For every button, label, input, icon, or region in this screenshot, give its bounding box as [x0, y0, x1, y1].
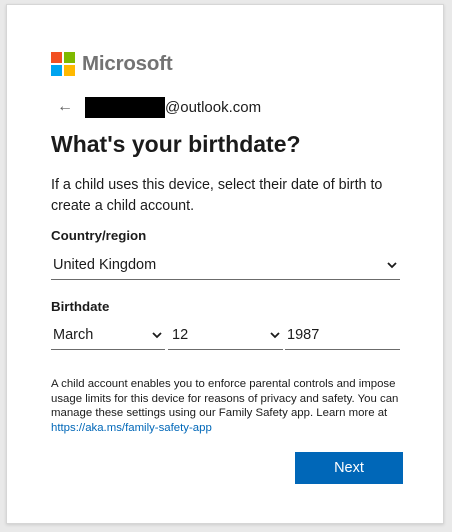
signup-card: Microsoft ← @outlook.com What's your bir…: [6, 4, 444, 524]
chevron-down-icon: [152, 331, 162, 338]
next-button[interactable]: Next: [295, 452, 403, 484]
month-select[interactable]: March: [51, 320, 165, 350]
day-select[interactable]: 12: [168, 320, 283, 350]
email-suffix: @outlook.com: [165, 98, 262, 116]
birthdate-label: Birthdate: [51, 299, 110, 314]
family-safety-link[interactable]: https://aka.ms/family-safety-app: [51, 422, 212, 434]
country-value: United Kingdom: [53, 256, 157, 273]
day-value: 12: [172, 326, 189, 343]
chevron-down-icon: [270, 331, 280, 338]
info-text: A child account enables you to enforce p…: [51, 378, 399, 419]
year-value: 1987: [287, 326, 320, 343]
year-input[interactable]: 1987: [285, 320, 400, 350]
month-value: March: [53, 326, 94, 343]
page-description: If a child uses this device, select thei…: [51, 177, 383, 214]
chevron-down-icon: [387, 261, 397, 268]
microsoft-logo: Microsoft: [51, 52, 173, 76]
country-select[interactable]: United Kingdom: [51, 250, 400, 280]
child-account-info: A child account enables you to enforce p…: [51, 377, 409, 435]
arrow-left-icon[interactable]: ←: [57, 98, 85, 116]
microsoft-windows-icon: [51, 52, 75, 76]
page-title: What's your birthdate?: [51, 131, 301, 157]
identity-banner: ← @outlook.com: [57, 96, 261, 118]
redacted-username: [85, 96, 165, 118]
country-label: Country/region: [51, 228, 147, 243]
brand-name: Microsoft: [82, 52, 173, 75]
